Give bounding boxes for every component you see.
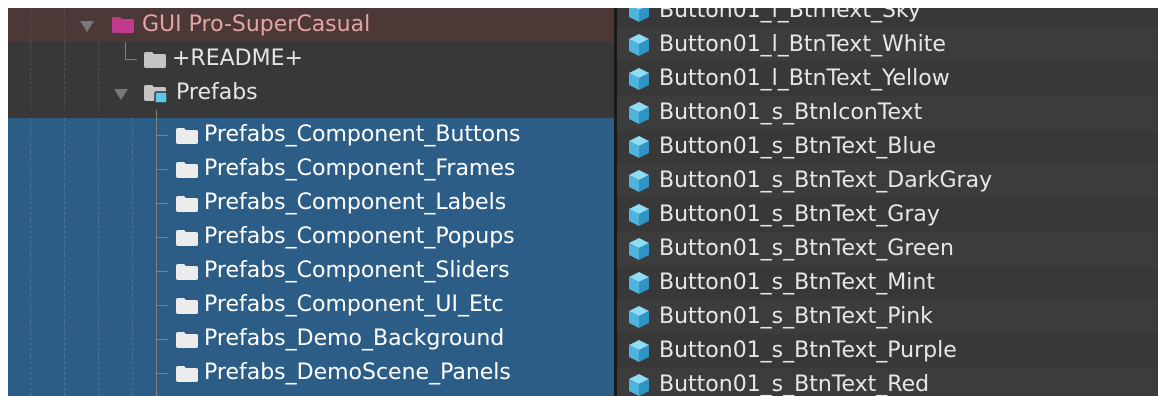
tree-item-prefabs-component-ui-etc[interactable]: Prefabs_Component_UI_Etc [8, 288, 614, 322]
asset-row[interactable]: Button01_l_BtnText_Sky [617, 8, 1158, 28]
folder-icon [176, 196, 198, 212]
folder-icon [144, 52, 166, 68]
project-window: GUI Pro-SuperCasual +README+ Prefabs Pre… [8, 8, 1158, 396]
asset-row[interactable]: Button01_s_BtnText_Blue [617, 130, 1158, 164]
asset-label: Button01_s_BtnText_Red [659, 372, 930, 396]
asset-row[interactable]: Button01_s_BtnText_Green [617, 232, 1158, 266]
tree-item-label: Prefabs_Component_Labels [204, 190, 507, 215]
tree-item-label: +README+ [172, 46, 303, 71]
prefab-cube-icon [627, 135, 651, 159]
tree-item-label: Prefabs [176, 80, 258, 105]
tree-item-prefabs-component-popups[interactable]: Prefabs_Component_Popups [8, 220, 614, 254]
prefab-cube-icon [627, 67, 651, 91]
prefab-cube-icon [627, 339, 651, 363]
asset-label: Button01_s_BtnText_Green [659, 236, 954, 261]
asset-row[interactable]: Button01_s_BtnText_Red [617, 368, 1158, 396]
asset-label: Button01_l_BtnText_Sky [659, 8, 921, 23]
asset-row[interactable]: Button01_s_BtnIconText [617, 96, 1158, 130]
asset-row[interactable]: Button01_l_BtnText_Yellow [617, 62, 1158, 96]
tree-item-prefabs[interactable]: Prefabs [8, 76, 614, 110]
tree-item-readme[interactable]: +README+ [8, 42, 614, 76]
tree-item-label: Prefabs_Component_Frames [204, 156, 516, 181]
asset-label: Button01_s_BtnText_Mint [659, 270, 935, 295]
prefab-cube-icon [627, 33, 651, 57]
expand-arrow-icon[interactable] [114, 89, 128, 100]
asset-label: Button01_s_BtnText_DarkGray [659, 168, 993, 193]
asset-row[interactable]: Button01_s_BtnText_Pink [617, 300, 1158, 334]
folder-icon [176, 264, 198, 280]
tree-item-prefabs-component-labels[interactable]: Prefabs_Component_Labels [8, 186, 614, 220]
asset-label: Button01_s_BtnText_Blue [659, 134, 936, 159]
asset-row[interactable]: Button01_s_BtnText_DarkGray [617, 164, 1158, 198]
prefab-cube-icon [627, 169, 651, 193]
tree-item-label: Prefabs_DemoScene_Panels [204, 360, 511, 385]
asset-label: Button01_s_BtnIconText [659, 100, 923, 125]
prefab-cube-icon [627, 8, 651, 23]
folder-icon [176, 332, 198, 348]
prefab-cube-icon [627, 305, 651, 329]
folder-icon [176, 298, 198, 314]
folder-tree-panel: GUI Pro-SuperCasual +README+ Prefabs Pre… [8, 8, 614, 396]
prefab-cube-icon [627, 203, 651, 227]
asset-label: Button01_s_BtnText_Gray [659, 202, 940, 227]
folder-icon [176, 162, 198, 178]
tree-item-label: GUI Pro-SuperCasual [142, 12, 371, 37]
asset-label: Button01_l_BtnText_Yellow [659, 66, 950, 91]
asset-list-panel: Button01_l_BtnText_Sky Button01_l_BtnText… [617, 8, 1158, 396]
prefab-cube-icon [627, 373, 651, 396]
tree-item-prefabs-component-buttons[interactable]: Prefabs_Component_Buttons [8, 118, 614, 152]
package-folder-icon [112, 17, 134, 33]
prefab-cube-icon [627, 237, 651, 261]
tree-item-label: Prefabs_Component_Sliders [204, 258, 510, 283]
asset-label: Button01_s_BtnText_Purple [659, 338, 957, 363]
folder-icon [176, 366, 198, 382]
tree-item-prefabs-component-sliders[interactable]: Prefabs_Component_Sliders [8, 254, 614, 288]
asset-row[interactable]: Button01_s_BtnText_Purple [617, 334, 1158, 368]
asset-row[interactable]: Button01_s_BtnText_Gray [617, 198, 1158, 232]
prefab-cube-icon [627, 101, 651, 125]
tree-item-gui-pro-supercasual[interactable]: GUI Pro-SuperCasual [8, 8, 614, 42]
tree-item-label: Prefabs_Component_Buttons [204, 122, 521, 147]
tree-item-prefabs-component-frames[interactable]: Prefabs_Component_Frames [8, 152, 614, 186]
tree-item-label: Prefabs_Component_Popups [204, 224, 515, 249]
prefab-cube-icon [627, 271, 651, 295]
tree-item-prefabs-demo-background[interactable]: Prefabs_Demo_Background [8, 322, 614, 356]
asset-label: Button01_s_BtnText_Pink [659, 304, 933, 329]
tree-item-label: Prefabs_Component_UI_Etc [204, 292, 504, 317]
asset-row[interactable]: Button01_l_BtnText_White [617, 28, 1158, 62]
folder-icon [176, 128, 198, 144]
prefabs-folder-icon [144, 85, 168, 103]
asset-label: Button01_l_BtnText_White [659, 32, 946, 57]
folder-icon [176, 230, 198, 246]
tree-item-label: Prefabs_Demo_Background [204, 326, 505, 351]
asset-row[interactable]: Button01_s_BtnText_Mint [617, 266, 1158, 300]
tree-item-prefabs-demoscene-panels[interactable]: Prefabs_DemoScene_Panels [8, 356, 614, 396]
expand-arrow-icon[interactable] [80, 21, 94, 32]
